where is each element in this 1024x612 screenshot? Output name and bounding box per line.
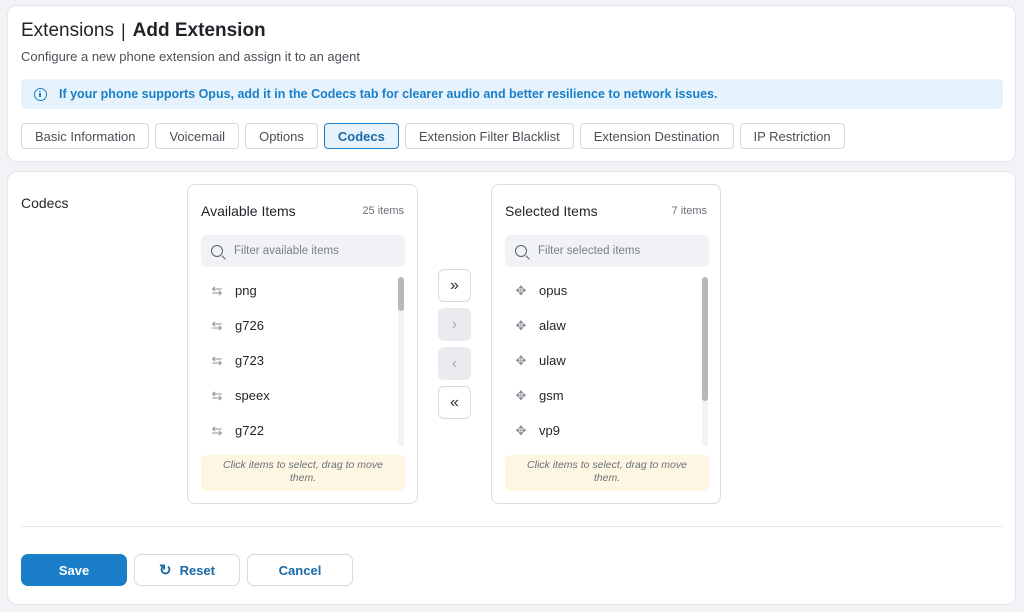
breadcrumb-extensions[interactable]: Extensions [21,20,114,42]
move-right-button[interactable]: › [438,308,471,341]
search-icon [211,245,223,257]
swap-arrows-icon: ⇆ [211,352,223,368]
header-card: Extensions | Add Extension Configure a n… [7,5,1016,162]
selected-items-list: ✥ opus ✥ alaw ✥ ulaw ✥ gsm ✥ vp9 [505,273,695,448]
tab-options[interactable]: Options [245,123,318,149]
reset-icon: ↻ [159,562,172,579]
available-scrollbar[interactable] [398,277,404,447]
tab-voicemail[interactable]: Voicemail [155,123,240,149]
selected-hint: Click items to select, drag to move them… [505,455,709,491]
codecs-label: Codecs [21,195,69,211]
tab-codecs[interactable]: Codecs [323,123,399,149]
item-label: g726 [235,318,264,333]
selected-items-panel: Selected Items 7 items ✥ opus ✥ alaw ✥ ulaw… [491,184,721,504]
drag-move-icon[interactable]: ✥ [513,353,529,369]
swap-arrows-icon: ⇆ [211,422,223,438]
drag-move-icon[interactable]: ✥ [513,423,529,439]
move-left-button[interactable]: ‹ [438,347,471,380]
selected-items-count: 7 items [671,205,707,217]
reset-label: Reset [179,562,215,578]
list-item[interactable]: ✥ gsm [505,378,695,413]
notice-text: If your phone supports Opus, add it in t… [59,87,718,101]
item-label: vp9 [539,423,560,438]
item-label: alaw [539,318,566,333]
divider [21,526,1003,527]
tab-basic-information[interactable]: Basic Information [21,123,150,149]
available-filter [201,235,405,267]
list-item[interactable]: ⇆ g726 [201,308,391,343]
tab-ip-restriction[interactable]: IP Restriction [739,123,845,149]
list-item[interactable]: ⇆ g723 [201,343,391,378]
swap-arrows-icon: ⇆ [211,282,223,298]
available-items-list: ⇆ png ⇆ g726 ⇆ g723 ⇆ speex ⇆ g722 [201,273,391,448]
tab-extension-destination[interactable]: Extension Destination [579,123,734,149]
search-icon [515,245,527,257]
list-item[interactable]: ⇆ speex [201,378,391,413]
list-item[interactable]: ✥ opus [505,273,695,308]
available-items-count: 25 items [362,205,404,217]
reset-button[interactable]: ↻ Reset [134,554,240,586]
codecs-card: Codecs Available Items 25 items ⇆ png ⇆ g7… [7,171,1016,605]
swap-arrows-icon: ⇆ [211,317,223,333]
selected-items-title: Selected Items [505,203,598,219]
list-item[interactable]: ✥ alaw [505,308,695,343]
item-label: speex [235,388,270,403]
drag-move-icon[interactable]: ✥ [513,283,529,299]
drag-move-icon[interactable]: ✥ [513,388,529,404]
item-label: ulaw [539,353,566,368]
page-heading: Add Extension [132,20,266,41]
move-all-right-button[interactable]: » [438,269,471,302]
move-all-left-button[interactable]: « [438,386,471,419]
available-filter-input[interactable] [234,245,394,257]
list-item[interactable]: ⇆ g722 [201,413,391,448]
item-label: opus [539,283,568,298]
cancel-button[interactable]: Cancel [247,554,353,586]
list-item[interactable]: ✥ ulaw [505,343,695,378]
tab-extension-filter-blacklist[interactable]: Extension Filter Blacklist [404,123,574,149]
scrollbar-thumb[interactable] [398,277,404,311]
item-label: gsm [539,388,564,403]
info-icon [34,87,47,101]
available-items-title: Available Items [201,203,296,219]
swap-arrows-icon: ⇆ [211,387,223,403]
save-button[interactable]: Save [21,554,127,586]
page-title: Extensions | Add Extension [21,20,266,42]
tab-bar: Basic Information Voicemail Options Code… [21,123,851,149]
item-label: png [235,283,257,298]
list-item[interactable]: ✥ vp9 [505,413,695,448]
breadcrumb-separator: | [120,20,126,41]
scrollbar-thumb[interactable] [702,277,708,401]
available-items-panel: Available Items 25 items ⇆ png ⇆ g726 ⇆ g72… [187,184,418,504]
list-item[interactable]: ⇆ png [201,273,391,308]
item-label: g723 [235,353,264,368]
page-subtitle: Configure a new phone extension and assi… [21,49,360,64]
selected-filter [505,235,709,267]
selected-scrollbar[interactable] [702,277,708,447]
selected-filter-input[interactable] [538,245,698,257]
available-hint: Click items to select, drag to move them… [201,455,405,491]
info-notice: If your phone supports Opus, add it in t… [21,79,1003,109]
item-label: g722 [235,423,264,438]
drag-move-icon[interactable]: ✥ [513,318,529,334]
